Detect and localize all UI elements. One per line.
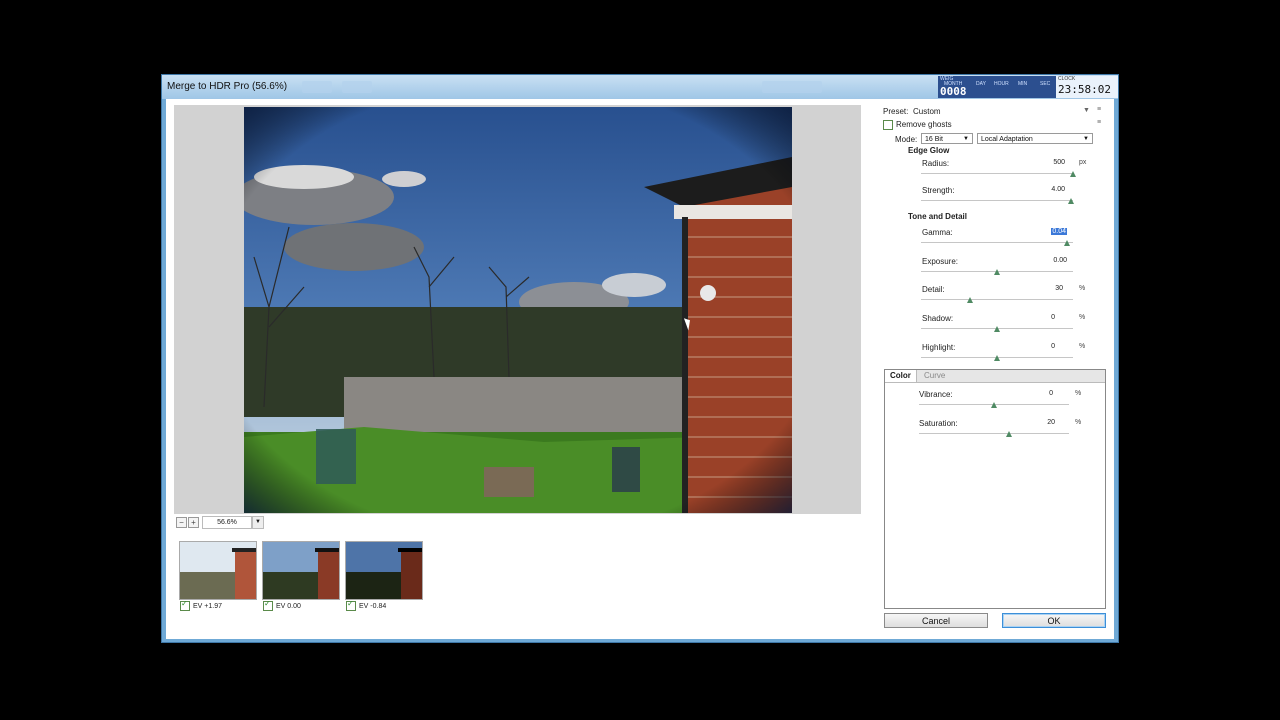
zoom-bar: − + 56.6% ▼	[174, 515, 861, 529]
saturation-value[interactable]: 20	[1031, 419, 1055, 426]
title-bar-decoration	[342, 81, 372, 93]
exposure-label: Exposure:	[922, 257, 959, 266]
thumbnail-caption: EV -0.84	[346, 599, 387, 611]
cancel-button[interactable]: Cancel	[884, 613, 988, 628]
radius-value[interactable]: 500	[1041, 159, 1065, 166]
clock-widget: WEIG MONTH DAY HOUR MIN SEC 0008 · 03 23…	[938, 75, 1118, 189]
strength-value[interactable]: 4.00	[1041, 186, 1065, 193]
zoom-out-button[interactable]: −	[176, 517, 187, 528]
hdr-preview-image	[244, 107, 792, 513]
ok-button[interactable]: OK	[1002, 613, 1106, 628]
include-checkbox[interactable]	[180, 599, 190, 611]
highlight-slider-knob[interactable]	[994, 355, 1000, 361]
ev-label: EV +1.97	[193, 602, 222, 610]
title-bar[interactable]: Merge to HDR Pro (56.6%) WEIG MONTH DAY …	[162, 75, 1118, 189]
detail-value[interactable]: 30	[1039, 285, 1063, 292]
detail-slider-track[interactable]	[921, 299, 1073, 300]
remove-ghosts-label: Remove ghosts	[896, 120, 952, 130]
remove-ghosts-checkbox[interactable]	[883, 120, 893, 130]
mode-label: Mode:	[895, 135, 918, 144]
clock-label-day: DAY	[976, 81, 986, 87]
gamma-slider-knob[interactable]	[1064, 240, 1070, 246]
vibrance-label: Vibrance:	[919, 390, 953, 399]
saturation-slider-track[interactable]	[919, 433, 1069, 434]
settings-panel: Preset: Custom ▼ ≡ Remove ghosts ≡ Mode:…	[881, 99, 1114, 639]
chevron-down-icon[interactable]: ▼	[1083, 107, 1090, 114]
thumbnail-caption: EV 0.00	[263, 599, 301, 611]
vibrance-value[interactable]: 0	[1029, 390, 1053, 397]
zoom-value-field[interactable]: 56.6%	[202, 516, 252, 529]
source-thumbnail[interactable]	[345, 541, 423, 600]
tone-detail-heading: Tone and Detail	[908, 212, 967, 221]
merge-to-hdr-dialog: Merge to HDR Pro (56.6%) WEIG MONTH DAY …	[161, 74, 1119, 643]
options-menu-icon[interactable]: ≡	[1097, 119, 1101, 126]
clock-label-hour: HOUR	[994, 81, 1009, 87]
chevron-down-icon[interactable]: ▼	[252, 516, 264, 529]
shadow-unit: %	[1079, 314, 1086, 321]
include-checkbox[interactable]	[263, 599, 273, 611]
strength-label: Strength:	[922, 186, 955, 195]
remove-ghosts-option[interactable]: Remove ghosts	[883, 120, 952, 130]
gamma-label: Gamma:	[922, 228, 953, 237]
preset-value[interactable]: Custom	[913, 107, 941, 116]
saturation-slider-knob[interactable]	[1006, 431, 1012, 437]
preset-menu-icon[interactable]: ≡	[1097, 106, 1101, 113]
saturation-unit: %	[1075, 419, 1082, 426]
preset-label: Preset:	[883, 107, 909, 116]
radius-label: Radius:	[922, 159, 950, 168]
strength-slider-knob[interactable]	[1068, 198, 1074, 204]
panel-tabs: Color Curve	[885, 370, 1105, 383]
clock-label-sec: SEC	[1040, 81, 1051, 87]
highlight-label: Highlight:	[922, 343, 956, 352]
shadow-label: Shadow:	[922, 314, 954, 323]
dialog-body: − + 56.6% ▼ EV +1.97 EV 0.00 EV -0.84 Pr…	[166, 99, 1114, 639]
exposure-slider-knob[interactable]	[994, 269, 1000, 275]
title-bar-decoration	[762, 81, 822, 93]
source-thumbnail[interactable]	[179, 541, 257, 600]
gamma-slider-track[interactable]	[921, 242, 1073, 243]
chevron-down-icon: ▼	[963, 136, 969, 142]
method-value: Local Adaptation	[981, 136, 1033, 143]
radius-slider-track[interactable]	[921, 173, 1073, 174]
strength-slider-track[interactable]	[921, 200, 1073, 201]
zoom-in-button[interactable]: +	[188, 517, 199, 528]
detail-slider-knob[interactable]	[967, 297, 973, 303]
ev-label: EV -0.84	[359, 602, 387, 610]
gamma-value-selected: 0.04	[1051, 228, 1067, 235]
radius-slider-knob[interactable]	[1070, 171, 1076, 177]
detail-label: Detail:	[922, 285, 945, 294]
shadow-value[interactable]: 0	[1031, 314, 1055, 321]
gamma-value[interactable]: 0.04	[1043, 228, 1067, 235]
bit-depth-select[interactable]: 16 Bit ▼	[921, 133, 973, 144]
radius-unit: px	[1079, 159, 1087, 166]
detail-unit: %	[1079, 285, 1086, 292]
bit-depth-value: 16 Bit	[925, 136, 943, 143]
tab-curve[interactable]: Curve	[919, 370, 950, 382]
vibrance-slider-knob[interactable]	[991, 402, 997, 408]
color-curve-panel: Color Curve Vibrance: 0 % Saturation: 20…	[884, 369, 1106, 609]
vibrance-unit: %	[1075, 390, 1082, 397]
include-checkbox[interactable]	[346, 599, 356, 611]
highlight-unit: %	[1079, 343, 1086, 350]
ev-label: EV 0.00	[276, 602, 301, 610]
clock-label-min: MIN	[1018, 81, 1028, 87]
countdown-display: WEIG MONTH DAY HOUR MIN SEC 0008 · 03 23…	[938, 76, 1056, 189]
exposure-value[interactable]: 0.00	[1043, 257, 1067, 264]
shadow-slider-knob[interactable]	[994, 326, 1000, 332]
preview-canvas[interactable]	[174, 105, 861, 514]
tab-color[interactable]: Color	[885, 370, 917, 382]
saturation-label: Saturation:	[919, 419, 958, 428]
clock-display: CLOCK 23:58:02	[1056, 76, 1118, 98]
chevron-down-icon: ▼	[1083, 136, 1089, 142]
clock-label: CLOCK	[1058, 76, 1076, 82]
thumbnail-caption: EV +1.97	[180, 599, 222, 611]
highlight-value[interactable]: 0	[1031, 343, 1055, 350]
window-title: Merge to HDR Pro (56.6%)	[167, 81, 288, 92]
source-thumbnail[interactable]	[262, 541, 340, 600]
edge-glow-heading: Edge Glow	[908, 146, 950, 155]
clock-value: 23:58:02	[1058, 83, 1111, 96]
title-bar-decoration	[302, 81, 332, 93]
method-select[interactable]: Local Adaptation ▼	[977, 133, 1093, 144]
